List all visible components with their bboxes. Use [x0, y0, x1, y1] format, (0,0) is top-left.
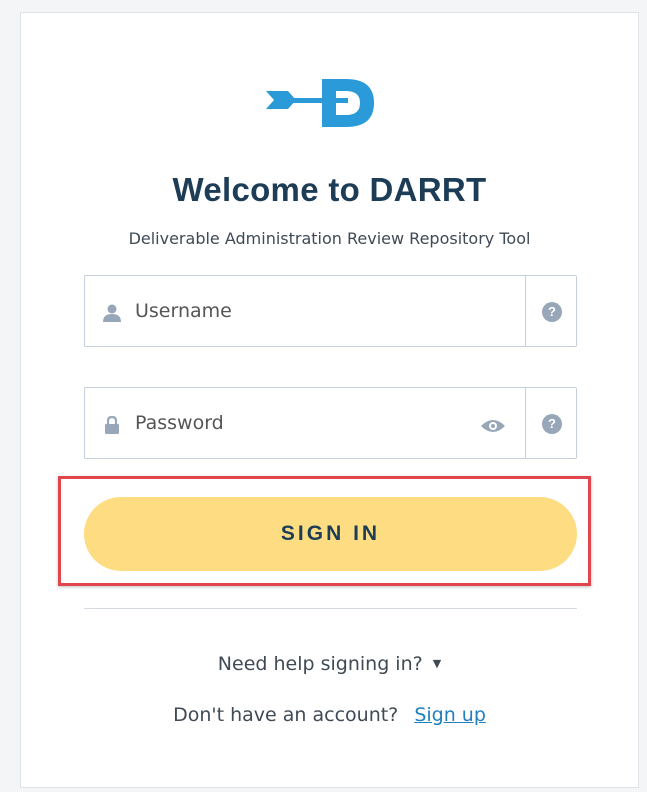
username-help-divider	[525, 276, 526, 346]
darrt-dart-logo-icon	[266, 79, 374, 127]
page-title: Welcome to DARRT	[172, 171, 487, 208]
sign-up-link[interactable]: Sign up	[414, 704, 486, 726]
sign-in-highlight-box	[58, 476, 591, 586]
need-help-toggle[interactable]: Need help signing in? ▼	[21, 653, 638, 675]
username-help-icon[interactable]: ?	[542, 302, 562, 322]
password-help-divider	[525, 388, 526, 458]
username-field: ?	[84, 275, 577, 347]
no-account-text: Don't have an account?	[173, 704, 399, 726]
need-help-label: Need help signing in?	[217, 653, 423, 675]
page-subtitle: Deliverable Administration Review Reposi…	[128, 229, 531, 248]
login-card: Welcome to DARRT Deliverable Administrat…	[20, 12, 639, 788]
password-field: ?	[84, 387, 577, 459]
user-icon	[103, 304, 121, 322]
password-help-icon[interactable]: ?	[542, 414, 562, 434]
lock-icon	[105, 416, 119, 434]
eye-icon[interactable]	[480, 418, 506, 434]
username-input[interactable]	[135, 276, 515, 346]
form-divider	[84, 608, 577, 609]
caret-down-icon: ▼	[432, 657, 442, 670]
signup-row: Don't have an account? Sign up	[21, 704, 638, 726]
password-input[interactable]	[135, 388, 515, 458]
